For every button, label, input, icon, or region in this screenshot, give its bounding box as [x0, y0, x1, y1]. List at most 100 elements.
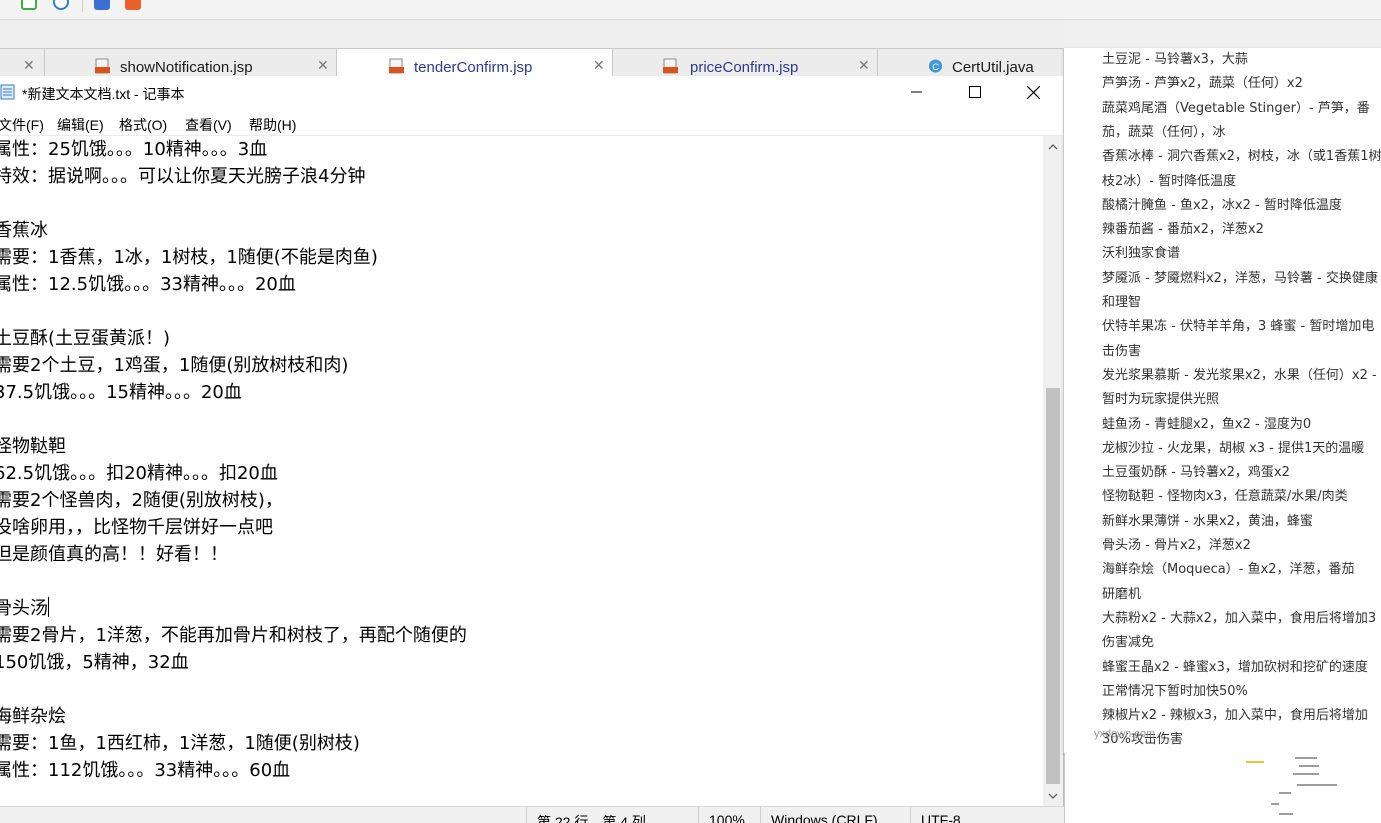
recipe-line: 蔬菜鸡尾酒（Vegetable Stinger）- 芦笋，番	[1102, 101, 1370, 116]
recipe-line: 龙椒沙拉 - 火龙果，胡椒 x3 - 提供1天的温暖	[1102, 441, 1365, 456]
text-line: 香蕉冰	[0, 220, 48, 241]
recipe-line: 骨头汤 - 骨片x2，洋葱x2	[1102, 538, 1251, 553]
text-line: 属性：12.5饥饿。。。33精神。。。20血	[0, 274, 296, 295]
close-icon	[1026, 85, 1040, 99]
recipe-line: 梦魇派 - 梦魇燃料x2，洋葱，马铃薯 - 交换健康	[1102, 271, 1378, 286]
decorative-line	[1293, 773, 1319, 775]
maximize-icon	[969, 86, 981, 98]
tab-certutil[interactable]: C CertUtil.java	[878, 49, 1064, 77]
text-caret	[48, 597, 49, 617]
close-button[interactable]	[1004, 76, 1062, 108]
text-line: 62.5饥饿。。。扣20精神。。。扣20血	[0, 463, 278, 484]
text-line: 需要：1香蕉，1冰，1树枝，1随便(不能是肉鱼)	[0, 247, 378, 268]
tab-label: tenderConfirm.jsp	[414, 59, 533, 76]
tab-shownotification[interactable]: showNotification.jsp ✕	[45, 49, 337, 77]
title-bar[interactable]: *新建文本文档.txt - 记事本	[0, 76, 1064, 108]
jsp-file-icon	[95, 58, 110, 74]
close-icon[interactable]: ✕	[593, 58, 605, 72]
recipe-line: 海鲜杂烩（Moqueca）- 鱼x2，洋葱，番茄	[1102, 562, 1355, 577]
grid-icon[interactable]	[21, 0, 37, 10]
vertical-scrollbar[interactable]	[1043, 136, 1063, 806]
toolbar-separator	[82, 0, 83, 12]
status-line-ending: Windows (CRLF)	[760, 807, 910, 823]
scroll-up-button[interactable]	[1043, 138, 1063, 156]
recipe-line: 芦笋汤 - 芦笋x2，蔬菜（任何）x2	[1102, 76, 1303, 91]
menu-bar: 文件(F) 编辑(E) 格式(O) 查看(V) 帮助(H)	[0, 108, 1064, 136]
current-line-text: 骨头汤	[0, 598, 48, 619]
refresh-icon[interactable]	[53, 0, 69, 10]
recipe-line: 暂时为玩家提供光照	[1102, 392, 1220, 407]
recipe-line: 伤害减免	[1102, 635, 1155, 650]
minimize-icon	[911, 91, 922, 93]
tab-label: CertUtil.java	[952, 59, 1034, 76]
bookmark-icon[interactable]	[125, 0, 141, 10]
yellow-marker	[1246, 761, 1264, 763]
tab-priceconfirm[interactable]: priceConfirm.jsp ✕	[613, 49, 878, 77]
close-icon[interactable]: ✕	[858, 58, 870, 72]
recipe-line: 辣椒片x2 - 辣椒x3，加入菜中，食用后将增加	[1102, 708, 1368, 723]
status-bar: 第 22 行，第 4 列 100% Windows (CRLF) UTF-8	[0, 806, 1064, 823]
window-title: *新建文本文档.txt - 记事本	[22, 86, 185, 102]
minimize-button[interactable]	[888, 76, 946, 108]
text-editor[interactable]: 属性：25饥饿。。。10精神。。。3血 特效：据说啊。。。可以让你夏天光膀子浪4…	[0, 136, 1043, 806]
scroll-thumb[interactable]	[1046, 388, 1060, 784]
recipe-line: 土豆蛋奶酥 - 马铃薯x2，鸡蛋x2	[1102, 465, 1290, 480]
recipe-line: 正常情况下暂时加快50%	[1102, 684, 1248, 699]
text-line: 没啥卵用，，比怪物千层饼好一点吧	[0, 517, 273, 538]
chevron-up-icon	[1048, 144, 1058, 150]
decorative-line	[1279, 792, 1291, 794]
close-icon[interactable]: ✕	[23, 58, 35, 72]
menu-format[interactable]: 格式(O)	[119, 115, 167, 135]
recipe-line: 蜂蜜王晶x2 - 蜂蜜x3，增加砍树和挖矿的速度	[1102, 660, 1368, 675]
tab-tenderconfirm[interactable]: tenderConfirm.jsp ✕	[337, 49, 613, 77]
panel-below-area	[1064, 753, 1381, 823]
menu-view[interactable]: 查看(V)	[185, 115, 232, 135]
text-line: 需要：1鱼，1西红柿，1洋葱，1随便(别树枝)	[0, 733, 360, 754]
recipe-line: 酸橘汁腌鱼 - 鱼x2，冰x2 - 暂时降低温度	[1102, 198, 1342, 213]
svg-text:C: C	[932, 62, 939, 72]
text-line: 特效：据说啊。。。可以让你夏天光膀子浪4分钟	[0, 166, 366, 187]
tab-label: showNotification.jsp	[120, 59, 253, 76]
recipe-line: 伏特羊果冻 - 伏特羊羊角，3 蜂蜜 - 暂时增加电	[1102, 319, 1375, 334]
decorative-line	[1299, 765, 1319, 767]
text-line: 需要2骨片，1洋葱，不能再加骨片和树枝了，再配个随便的	[0, 625, 467, 646]
recipe-line: 和理智	[1102, 295, 1142, 310]
watermark: yxdown.com	[1094, 728, 1156, 740]
recipe-panel: 土豆泥 - 马铃薯x3，大蒜 芦笋汤 - 芦笋x2，蔬菜（任何）x2 蔬菜鸡尾酒…	[1064, 48, 1381, 753]
ide-toolbar	[0, 0, 1381, 20]
scroll-down-button[interactable]	[1043, 787, 1063, 805]
recipe-line: 沃利独家食谱	[1102, 246, 1181, 261]
decorative-line	[1297, 784, 1337, 786]
notepad-window: *新建文本文档.txt - 记事本 文件(F) 编辑(E) 格式(O) 查看(V…	[0, 76, 1064, 823]
menu-edit[interactable]: 编辑(E)	[57, 115, 104, 135]
text-line: 但是颜值真的高！！好看！！	[0, 544, 228, 565]
recipe-line: 蛙鱼汤 - 青蛙腿x2，鱼x2 - 湿度为0	[1102, 417, 1312, 432]
recipe-line: 辣番茄酱 - 番茄x2，洋葱x2	[1102, 222, 1264, 237]
recipe-line: 土豆泥 - 马铃薯x3，大蒜	[1102, 52, 1248, 67]
decorative-line	[1279, 813, 1293, 815]
jsp-file-icon	[663, 58, 678, 74]
recipe-line: 新鲜水果薄饼 - 水果x2，黄油，蜂蜜	[1102, 514, 1313, 529]
text-line: 土豆酥(土豆蛋黄派！)	[0, 328, 171, 349]
menu-file[interactable]: 文件(F)	[0, 115, 44, 135]
text-line-current: 骨头汤	[0, 595, 49, 622]
recipe-line: 茄，蔬菜（任何），冰	[1102, 125, 1226, 140]
text-line: 属性：25饥饿。。。10精神。。。3血	[0, 139, 268, 160]
text-line: 需要2个怪兽肉，2随便(别放树枝)，	[0, 490, 283, 511]
close-icon[interactable]: ✕	[317, 58, 329, 72]
text-line: 属性：112饥饿。。。33精神。。。60血	[0, 760, 291, 781]
text-line: 海鲜杂烩	[0, 706, 66, 727]
java-class-icon: C	[928, 59, 943, 73]
decorative-line	[1295, 757, 1317, 759]
status-encoding: UTF-8	[910, 807, 1043, 823]
speaker-icon[interactable]	[94, 0, 110, 10]
menu-help[interactable]: 帮助(H)	[249, 115, 296, 135]
tab-previous[interactable]: ✕	[0, 49, 45, 77]
recipe-line: 枝2冰）- 暂时降低温度	[1102, 174, 1237, 189]
notepad-icon	[0, 84, 15, 100]
status-zoom: 100%	[698, 807, 760, 823]
recipe-line: 击伤害	[1102, 344, 1142, 359]
maximize-button[interactable]	[946, 76, 1004, 108]
recipe-line: 发光浆果慕斯 - 发光浆果x2，水果（任何）x2 -	[1102, 368, 1377, 383]
editor-tab-bar: ✕ showNotification.jsp ✕ tenderConfirm.j…	[0, 48, 1064, 77]
